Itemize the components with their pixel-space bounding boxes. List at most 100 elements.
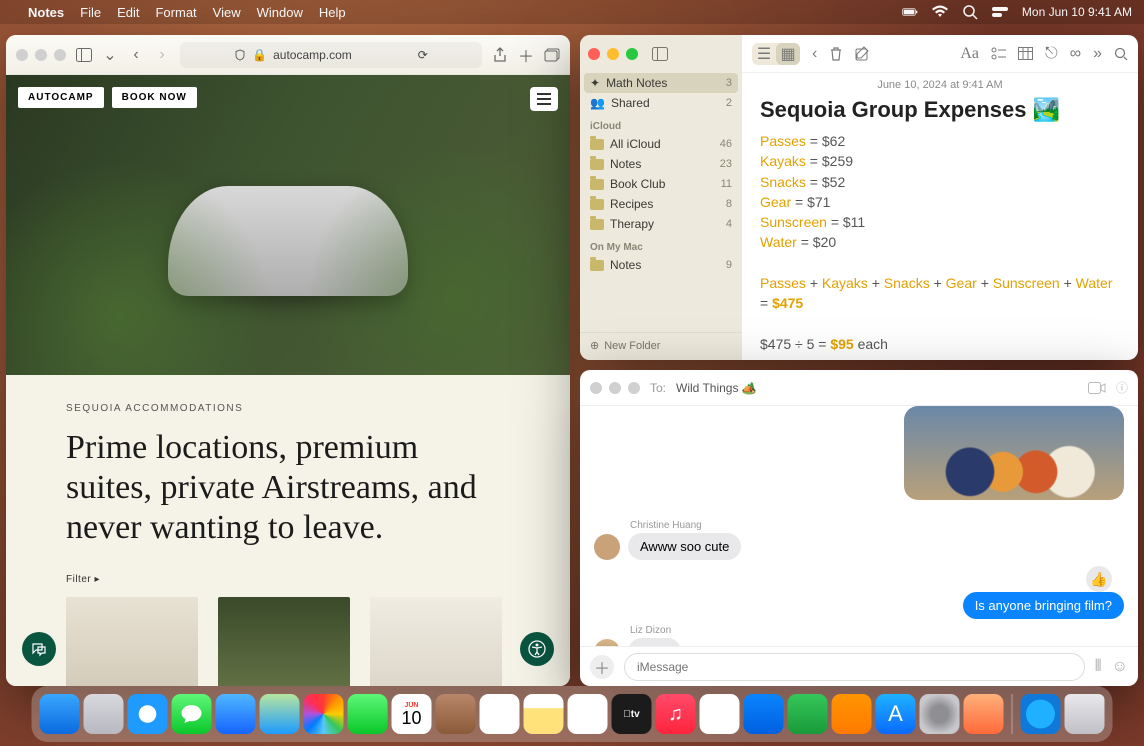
dock-downloads[interactable] bbox=[1021, 694, 1061, 734]
dock-photos[interactable] bbox=[304, 694, 344, 734]
spotlight-icon[interactable] bbox=[962, 4, 978, 20]
reload-icon[interactable]: ⟳ bbox=[418, 48, 428, 62]
chat-fab[interactable] bbox=[22, 632, 56, 666]
gallery-view-icon[interactable]: ▦ bbox=[776, 43, 800, 65]
dock-music[interactable]: ♫ bbox=[656, 694, 696, 734]
back-icon[interactable]: ‹ bbox=[128, 47, 144, 63]
hamburger-menu[interactable] bbox=[530, 87, 558, 111]
menu-help[interactable]: Help bbox=[319, 5, 346, 20]
menu-view[interactable]: View bbox=[213, 5, 241, 20]
forward-icon[interactable]: › bbox=[154, 47, 170, 63]
sidebar-toggle-icon[interactable] bbox=[652, 46, 668, 62]
avatar[interactable] bbox=[594, 534, 620, 560]
folder-label: Therapy bbox=[610, 217, 654, 231]
address-bar[interactable]: 🔒 autocamp.com ⟳ bbox=[180, 42, 482, 68]
info-icon[interactable]: ⓘ bbox=[1116, 379, 1128, 396]
dock-launchpad[interactable] bbox=[84, 694, 124, 734]
dock-facetime[interactable] bbox=[348, 694, 388, 734]
facetime-icon[interactable] bbox=[1088, 382, 1106, 394]
dock-trash[interactable] bbox=[1065, 694, 1105, 734]
format-icon[interactable]: Aa bbox=[960, 45, 979, 63]
thumb-3[interactable] bbox=[370, 597, 502, 686]
message-bubble[interactable]: Awww soo cute bbox=[628, 533, 741, 560]
emoji-icon[interactable]: ☺ bbox=[1112, 658, 1128, 676]
table-icon[interactable] bbox=[1018, 47, 1033, 60]
view-toggle[interactable]: ☰▦ bbox=[752, 43, 800, 65]
window-controls[interactable] bbox=[588, 48, 638, 60]
list-view-icon[interactable]: ☰ bbox=[752, 43, 776, 65]
new-folder-button[interactable]: ⊕New Folder bbox=[580, 332, 742, 360]
dock-freeform[interactable] bbox=[568, 694, 608, 734]
clock[interactable]: Mon Jun 10 9:41 AM bbox=[1022, 5, 1132, 19]
dock-tv[interactable]: tv bbox=[612, 694, 652, 734]
more-icon[interactable]: » bbox=[1093, 45, 1102, 63]
note-title[interactable]: Sequoia Group Expenses 🏞️ bbox=[742, 93, 1138, 131]
link-icon[interactable]: ∞ bbox=[1070, 45, 1081, 63]
brand-logo[interactable]: AUTOCAMP bbox=[18, 87, 104, 108]
note-body[interactable]: Passes = $62Kayaks = $259Snacks = $52Gea… bbox=[742, 131, 1138, 354]
dock-messages[interactable] bbox=[172, 694, 212, 734]
window-controls[interactable] bbox=[590, 382, 640, 394]
menu-file[interactable]: File bbox=[80, 5, 101, 20]
accessibility-fab[interactable] bbox=[520, 632, 554, 666]
photo-message[interactable] bbox=[904, 406, 1124, 500]
message-input[interactable] bbox=[624, 653, 1085, 681]
search-icon[interactable] bbox=[1114, 47, 1128, 61]
battery-icon[interactable] bbox=[902, 4, 918, 20]
wifi-icon[interactable] bbox=[932, 4, 948, 20]
conversation-name[interactable]: Wild Things 🏕️ bbox=[676, 381, 757, 395]
dock-settings[interactable] bbox=[920, 694, 960, 734]
folder-therapy[interactable]: Therapy4 bbox=[580, 214, 742, 234]
app-menu[interactable]: Notes bbox=[28, 5, 64, 20]
folder-label: Notes bbox=[610, 258, 641, 272]
dock-mail[interactable] bbox=[216, 694, 256, 734]
thumb-2[interactable] bbox=[218, 597, 350, 686]
dock-notes[interactable] bbox=[524, 694, 564, 734]
dock-news[interactable] bbox=[700, 694, 740, 734]
trash-icon[interactable] bbox=[829, 46, 843, 62]
dock-maps[interactable] bbox=[260, 694, 300, 734]
avatar[interactable] bbox=[594, 639, 620, 646]
dock-keynote[interactable] bbox=[744, 694, 784, 734]
book-now-button[interactable]: BOOK NOW bbox=[112, 87, 197, 108]
folder-all-icloud[interactable]: All iCloud46 bbox=[580, 134, 742, 154]
folder-book-club[interactable]: Book Club11 bbox=[580, 174, 742, 194]
menu-edit[interactable]: Edit bbox=[117, 5, 139, 20]
menu-window[interactable]: Window bbox=[257, 5, 303, 20]
message-bubble-sent[interactable]: Is anyone bringing film? bbox=[963, 592, 1124, 619]
window-controls[interactable] bbox=[16, 49, 66, 61]
dock-pages[interactable] bbox=[832, 694, 872, 734]
filter-button[interactable]: Filter ▸ bbox=[66, 574, 510, 585]
dock-finder[interactable] bbox=[40, 694, 80, 734]
apps-button[interactable]: ＋ bbox=[590, 655, 614, 679]
back-icon[interactable]: ‹ bbox=[812, 45, 817, 63]
dock-safari[interactable] bbox=[128, 694, 168, 734]
menu-format[interactable]: Format bbox=[155, 5, 196, 20]
dock-appstore[interactable]: A bbox=[876, 694, 916, 734]
new-tab-icon[interactable]: ＋ bbox=[518, 47, 534, 63]
thumb-1[interactable] bbox=[66, 597, 198, 686]
audio-icon[interactable]: ⦀ bbox=[1095, 658, 1102, 676]
folder-icon bbox=[590, 159, 604, 170]
folder-local-notes[interactable]: Notes9 bbox=[580, 255, 742, 275]
folder-math-notes[interactable]: ✦Math Notes3 bbox=[584, 73, 738, 93]
dock-calendar[interactable]: JUN10 bbox=[392, 694, 432, 734]
folder-shared[interactable]: 👥Shared2 bbox=[580, 93, 742, 113]
folder-notes[interactable]: Notes23 bbox=[580, 154, 742, 174]
dock-numbers[interactable] bbox=[788, 694, 828, 734]
share-icon[interactable] bbox=[492, 47, 508, 63]
dock-reminders[interactable] bbox=[480, 694, 520, 734]
tabs-icon[interactable] bbox=[544, 47, 560, 63]
tapback-thumbs-up[interactable]: 👍 bbox=[594, 566, 1124, 592]
message-bubble[interactable]: I am! bbox=[628, 638, 681, 646]
message-thread[interactable]: Christine Huang Awww soo cute 👍 Is anyon… bbox=[580, 406, 1138, 646]
dock-iphone-mirroring[interactable] bbox=[964, 694, 1004, 734]
sidebar-icon[interactable] bbox=[76, 47, 92, 63]
folder-recipes[interactable]: Recipes8 bbox=[580, 194, 742, 214]
media-icon[interactable]: ⎋ bbox=[1045, 45, 1058, 63]
compose-icon[interactable] bbox=[855, 46, 870, 61]
dock-contacts[interactable] bbox=[436, 694, 476, 734]
checklist-icon[interactable] bbox=[991, 47, 1006, 61]
chevron-down-icon[interactable]: ⌄ bbox=[102, 47, 118, 63]
control-center-icon[interactable] bbox=[992, 4, 1008, 20]
